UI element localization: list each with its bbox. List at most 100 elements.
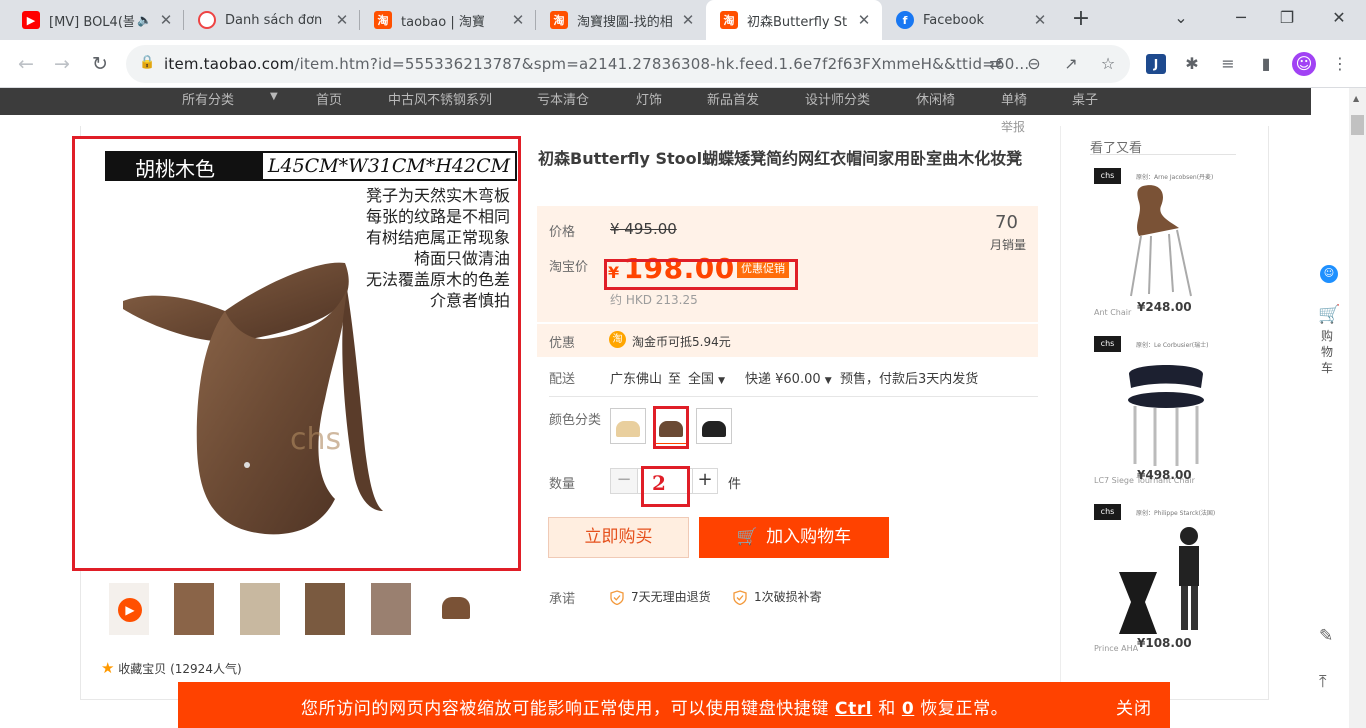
shipping-label: 配送 (549, 372, 576, 387)
new-tab-button[interactable]: + (1066, 6, 1096, 31)
monthly-sales-count: 70 (995, 212, 1018, 233)
zoom-notice-close-button[interactable]: 关闭 (1116, 694, 1152, 719)
profile-avatar[interactable]: ☺ (1292, 52, 1316, 76)
taojinbi-icon: 淘 (609, 331, 626, 348)
color-swatch-natural[interactable] (610, 408, 646, 444)
tab-title: taobao | 淘寶 (401, 14, 485, 30)
forward-icon[interactable]: → (50, 52, 74, 76)
zoom-notice-mid: 和 (872, 699, 902, 719)
thumbnail-image[interactable] (436, 583, 476, 635)
nav-item[interactable]: 中古风不锈钢系列 (388, 89, 492, 108)
browser-tab[interactable]: Danh sách đơn ✕ (184, 0, 360, 40)
nav-item[interactable]: 桌子 (1072, 89, 1098, 108)
monthly-sales-label: 月销量 (990, 238, 1027, 252)
side-panel-icon[interactable]: ▮ (1254, 52, 1278, 76)
browser-tab[interactable]: 淘 taobao | 淘寶 ✕ (360, 0, 536, 40)
ship-fee: 快递 ¥60.00 (745, 372, 821, 387)
tab-title: 初森Butterfly St (747, 14, 848, 30)
item-caption: 原创：Philippe Starck(法国) (1136, 510, 1216, 517)
scrollbar-thumb[interactable] (1351, 115, 1364, 135)
close-icon[interactable]: ✕ (510, 11, 526, 29)
media-control-icon[interactable]: ≡ (1216, 52, 1240, 76)
speaker-icon[interactable]: 🔈 (137, 13, 152, 27)
browser-tab-active[interactable]: 淘 初森Butterfly St ✕ (706, 0, 882, 40)
cart-icon[interactable]: 🛒 (1318, 304, 1340, 325)
browser-tab[interactable]: ▶ [MV] BOL4(볼 🔈 ✕ (8, 0, 184, 40)
extensions-puzzle-icon[interactable]: ✱ (1180, 52, 1204, 76)
url-host: item.taobao.com (164, 55, 295, 73)
image-dimensions: L45CM*W31CM*H42CM (263, 153, 515, 179)
image-note: 凳子为天然实木弯板 (365, 186, 510, 205)
close-icon[interactable]: ✕ (1032, 11, 1048, 29)
recommended-item[interactable]: chs 原创：Philippe Starck(法国) Prince AHA ¥1… (1091, 502, 1237, 662)
translate-icon[interactable]: ⇄ (984, 52, 1008, 76)
menu-kebab-icon[interactable]: ⋮ (1328, 52, 1352, 76)
nav-item[interactable]: 设计师分类 (805, 89, 870, 108)
swatch-stool (702, 421, 726, 437)
hkd-price: 约 HKD 213.25 (610, 293, 698, 307)
image-color-label: 胡桃木色 (135, 157, 215, 181)
main-product-image[interactable]: 胡桃木色 L45CM*W31CM*H42CM 凳子为天然实木弯板 每张的纹路是不… (72, 136, 521, 571)
extension-j-icon[interactable]: J (1146, 54, 1166, 74)
scroll-up-icon[interactable]: ▲ (1353, 94, 1359, 103)
quantity-increase-button[interactable]: + (692, 468, 718, 494)
quantity-decrease-button[interactable]: − (610, 468, 638, 494)
stool-shape (442, 597, 470, 619)
ship-to-select[interactable]: 全国 ▼ (688, 368, 725, 387)
buy-now-button[interactable]: 立即购买 (548, 517, 689, 558)
taobao-icon: 淘 (374, 11, 392, 29)
shield-check-icon (733, 590, 747, 605)
close-icon[interactable]: ✕ (158, 11, 174, 29)
zoom-icon[interactable]: ⊖ (1022, 52, 1046, 76)
thumbnail-video[interactable]: ▶ (109, 583, 149, 635)
add-to-cart-button[interactable]: 🛒 加入购物车 (699, 517, 889, 558)
close-icon[interactable]: ✕ (680, 11, 696, 29)
nav-all-categories[interactable]: 所有分类 (182, 89, 234, 108)
bookmark-star-icon[interactable]: ☆ (1096, 52, 1120, 76)
minimize-button[interactable]: ─ (1226, 8, 1256, 27)
share-icon[interactable]: ↗ (1059, 52, 1083, 76)
recommended-item[interactable]: chs 原创：Arne Jacobsen(丹麦) Ant Chair ¥248.… (1091, 166, 1237, 326)
ship-to: 全国 (688, 372, 715, 387)
ship-note: 预售，付款后3天内发货 (840, 372, 979, 387)
item-name: Ant Chair (1094, 308, 1132, 317)
price-highlight-box (604, 259, 798, 290)
thumbnail-image[interactable] (371, 583, 411, 635)
ship-fee-select[interactable]: 快递 ¥60.00 ▼ (745, 368, 832, 387)
back-to-top-icon[interactable]: ⤒ (1319, 672, 1327, 692)
back-icon[interactable]: ← (14, 52, 38, 76)
collect-item[interactable]: ★ 收藏宝贝 (12924人气) (101, 659, 242, 677)
recommended-item[interactable]: chs 原创：Le Corbusier(瑞士) LC7 Siege Tourna… (1091, 334, 1237, 494)
reload-icon[interactable]: ↻ (88, 52, 112, 76)
thumbnail-image[interactable] (240, 583, 280, 635)
close-icon[interactable]: ✕ (856, 11, 872, 29)
browser-tab[interactable]: f Facebook ✕ (882, 0, 1058, 40)
feedback-pencil-icon[interactable]: ✎ (1319, 626, 1333, 646)
browser-tab[interactable]: 淘 淘寶搜圖-找的相 ✕ (536, 0, 706, 40)
color-swatch-black[interactable] (696, 408, 732, 444)
tab-search-icon[interactable]: ⌄ (1166, 8, 1196, 27)
nav-item[interactable]: 灯饰 (636, 89, 662, 108)
ant-chair-image (1130, 185, 1192, 297)
chevron-down-icon[interactable]: ▼ (270, 91, 278, 102)
report-link[interactable]: 举报 (1001, 118, 1025, 135)
nav-item[interactable]: 休闲椅 (916, 89, 955, 108)
zoom-notice-post: 恢复正常。 (914, 699, 1009, 719)
zoom-notice-pre: 您所访问的网页内容被缩放可能影响正常使用，可以使用键盘快捷键 (301, 699, 836, 719)
close-icon[interactable]: ✕ (334, 11, 350, 29)
window-close-button[interactable]: ✕ (1324, 8, 1354, 27)
nav-item[interactable]: 单椅 (1001, 89, 1027, 108)
cart-label[interactable]: 购物车 (1321, 328, 1335, 376)
facebook-icon: f (896, 11, 914, 29)
thumbnail-image[interactable] (174, 583, 214, 635)
thumbnail-image[interactable] (305, 583, 345, 635)
url-text[interactable]: item.taobao.com/item.htm?id=555336213787… (164, 55, 1029, 73)
customer-service-icon[interactable]: ☺ (1320, 265, 1338, 283)
address-bar[interactable]: 🔒 item.taobao.com/item.htm?id=5553362137… (126, 45, 1130, 83)
nav-home[interactable]: 首页 (316, 89, 342, 108)
scrollbar-track[interactable]: ▲ (1349, 88, 1366, 728)
nav-item[interactable]: 亏本清仓 (537, 89, 589, 108)
item-price: ¥108.00 (1137, 636, 1192, 650)
nav-item[interactable]: 新品首发 (707, 89, 759, 108)
restore-button[interactable]: ❐ (1272, 8, 1302, 27)
